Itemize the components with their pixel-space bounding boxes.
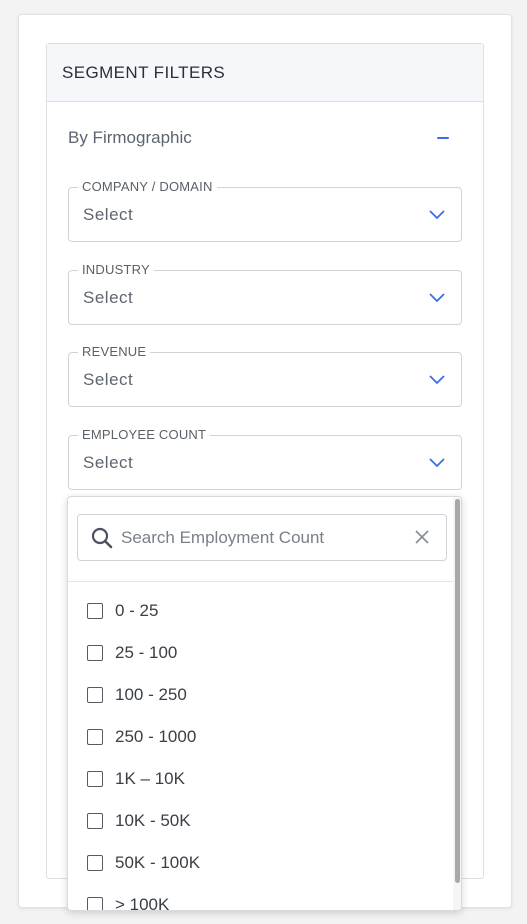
field-value: Select [83,288,134,307]
close-icon[interactable] [414,529,430,545]
scroll-thumb[interactable] [455,499,460,883]
panel-title: SEGMENT FILTERS [62,62,226,82]
option-label: 100 - 250 [115,685,187,704]
firmographic-section-header[interactable]: By Firmographic [68,126,463,150]
option-label: > 100K [115,895,170,911]
option-label: 1K – 10K [115,769,185,788]
option-label: 0 - 25 [115,601,159,620]
field-value: Select [83,370,134,389]
field-label: REVENUE [78,344,151,360]
checkbox[interactable] [87,645,103,661]
checkbox[interactable] [87,687,103,703]
option-over-100k[interactable]: > 100K [68,884,453,911]
option-label: 25 - 100 [115,643,178,662]
panel-header: SEGMENT FILTERS [47,44,483,102]
chevron-down-icon [429,375,445,385]
dropdown-scrollbar[interactable] [453,497,461,910]
checkbox[interactable] [87,729,103,745]
search-input[interactable] [119,526,403,550]
company-domain-select[interactable]: COMPANY / DOMAIN Select [68,179,462,242]
checkbox[interactable] [87,813,103,829]
option-label: 50K - 100K [115,853,201,872]
option-1k-10k[interactable]: 1K – 10K [68,758,453,800]
divider [68,581,453,582]
checkbox[interactable] [87,771,103,787]
option-25-100[interactable]: 25 - 100 [68,632,453,674]
options-list: 0 - 25 25 - 100 100 - 250 250 - 1000 1K … [68,590,453,911]
option-50k-100k[interactable]: 50K - 100K [68,842,453,884]
revenue-select[interactable]: REVENUE Select [68,344,462,407]
checkbox[interactable] [87,855,103,871]
field-label: INDUSTRY [78,262,154,278]
option-label: 250 - 1000 [115,727,197,746]
minus-icon[interactable] [433,128,453,148]
chevron-down-icon [429,293,445,303]
employee-count-dropdown: 0 - 25 25 - 100 100 - 250 250 - 1000 1K … [67,496,462,911]
chevron-down-icon [429,210,445,220]
option-0-25[interactable]: 0 - 25 [68,590,453,632]
option-10k-50k[interactable]: 10K - 50K [68,800,453,842]
option-100-250[interactable]: 100 - 250 [68,674,453,716]
industry-select[interactable]: INDUSTRY Select [68,262,462,325]
option-250-1000[interactable]: 250 - 1000 [68,716,453,758]
search-icon [91,527,113,549]
employee-count-select[interactable]: EMPLOYEE COUNT Select [68,427,462,490]
option-label: 10K - 50K [115,811,191,830]
checkbox[interactable] [87,897,103,910]
chevron-down-icon [429,458,445,468]
checkbox[interactable] [87,603,103,619]
search-box [77,514,447,561]
field-value: Select [83,453,134,472]
section-title: By Firmographic [68,128,192,147]
field-value: Select [83,205,134,224]
field-label: EMPLOYEE COUNT [78,427,211,443]
field-label: COMPANY / DOMAIN [78,179,217,195]
